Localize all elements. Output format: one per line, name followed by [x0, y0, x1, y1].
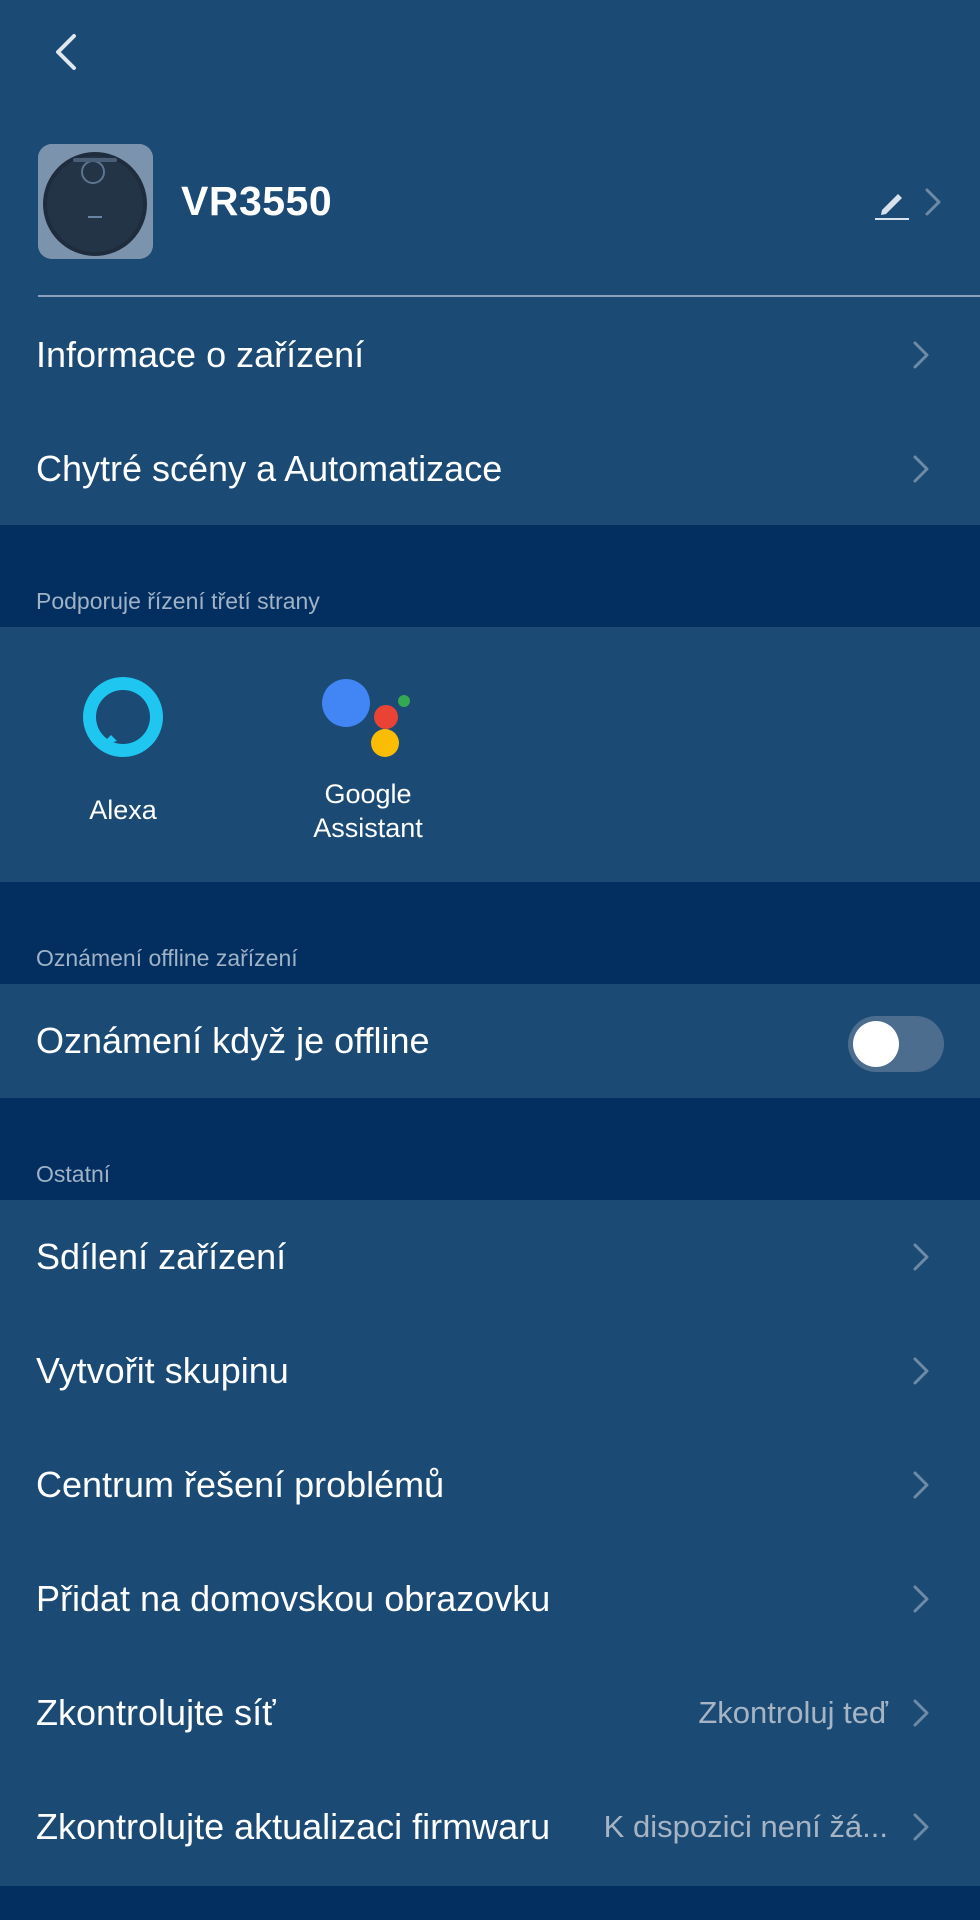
menu-item-add-to-home[interactable]: Přidat na domovskou obrazovku: [0, 1542, 980, 1656]
pencil-icon: [875, 194, 909, 220]
section-title-third-party: Podporuje řízení třetí strany: [36, 588, 320, 614]
menu-item-device-info[interactable]: Informace o zařízení: [0, 298, 980, 412]
chevron-right-icon: [913, 341, 929, 369]
menu-item-label: Centrum řešení problémů: [36, 1464, 445, 1505]
menu-item-check-network[interactable]: Zkontrolujte síť Zkontroluj teď: [0, 1656, 980, 1770]
menu-item-check-firmware[interactable]: Zkontrolujte aktualizaci firmwaru K disp…: [0, 1770, 980, 1884]
menu-item-label: Sdílení zařízení: [36, 1236, 287, 1277]
chevron-right-icon: [913, 1585, 929, 1613]
menu-item-label: Zkontrolujte aktualizaci firmwaru: [36, 1806, 551, 1847]
menu-item-label: Informace o zařízení: [36, 334, 365, 375]
google-assistant-item[interactable]: Google Assistant: [268, 669, 468, 845]
offline-toggle-label: Oznámení když je offline: [36, 1020, 430, 1061]
menu-item-label: Chytré scény a Automatizace: [36, 448, 503, 489]
chevron-right-icon: [913, 1471, 929, 1499]
edit-name-button[interactable]: [872, 184, 910, 222]
chevron-right-icon: [913, 1357, 929, 1385]
device-thumbnail: [38, 144, 153, 259]
header-divider: [38, 295, 980, 297]
third-party-panel: Alexa Google Assistant: [0, 627, 980, 882]
alexa-item[interactable]: Alexa: [23, 675, 223, 827]
google-assistant-label-line2: Assistant: [313, 813, 423, 843]
menu-item-smart-scenes[interactable]: Chytré scény a Automatizace: [0, 412, 980, 526]
other-panel: Sdílení zařízení Vytvořit skupinu Centru…: [0, 1200, 980, 1886]
menu-item-label: Zkontrolujte síť: [36, 1692, 276, 1733]
chevron-right-icon: [913, 1699, 929, 1727]
chevron-right-icon: [925, 188, 941, 216]
menu-item-label: Přidat na domovskou obrazovku: [36, 1578, 551, 1619]
offline-notification-row: Oznámení když je offline: [0, 984, 980, 1098]
menu-item-value: K dispozici není žá...: [603, 1809, 888, 1844]
menu-item-create-group[interactable]: Vytvořit skupinu: [0, 1314, 980, 1428]
chevron-right-icon: [913, 455, 929, 483]
robot-vacuum-icon: [38, 144, 153, 259]
section-title-offline: Oznámení offline zařízení: [36, 945, 298, 971]
menu-item-share-device[interactable]: Sdílení zařízení: [0, 1200, 980, 1314]
device-header-row[interactable]: VR3550: [0, 140, 980, 265]
chevron-right-icon: [913, 1243, 929, 1271]
offline-notification-toggle[interactable]: [848, 1016, 944, 1072]
alexa-icon: [83, 677, 163, 757]
chevron-right-icon: [913, 1813, 929, 1841]
google-assistant-label-line1: Google: [324, 779, 412, 809]
back-arrow-icon: [56, 34, 76, 70]
google-assistant-icon: [322, 679, 410, 757]
section-title-other: Ostatní: [36, 1161, 111, 1187]
menu-item-troubleshooting[interactable]: Centrum řešení problémů: [0, 1428, 980, 1542]
toggle-knob: [853, 1021, 899, 1067]
device-settings-page: VR3550 Informace o zařízení Chytré scény…: [0, 0, 980, 1920]
menu-item-value: Zkontroluj teď: [698, 1695, 888, 1730]
offline-panel: Oznámení když je offline: [0, 984, 980, 1098]
device-name: VR3550: [181, 178, 333, 224]
alexa-label: Alexa: [89, 795, 157, 825]
header-panel: VR3550 Informace o zařízení Chytré scény…: [0, 0, 980, 525]
menu-item-label: Vytvořit skupinu: [36, 1350, 289, 1391]
back-button[interactable]: [44, 28, 88, 76]
